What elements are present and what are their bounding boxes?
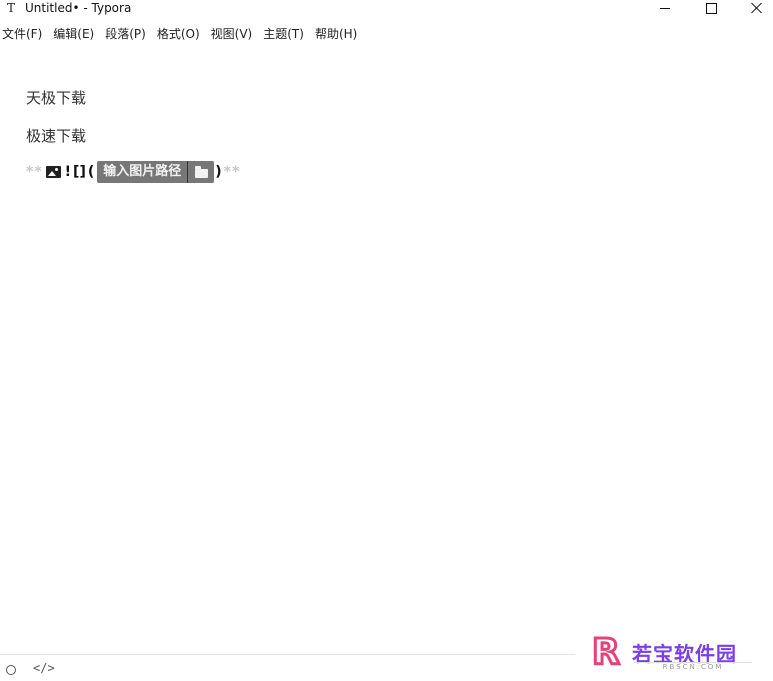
maximize-button[interactable]: [688, 0, 734, 16]
bold-marker-close: **: [223, 164, 241, 180]
alt-text-brackets[interactable]: []: [73, 164, 86, 180]
source-code-mode-toggle[interactable]: </>: [33, 661, 55, 675]
watermark-letter: R: [591, 632, 622, 673]
minimize-button[interactable]: [642, 0, 688, 16]
paragraph[interactable]: 极速下载: [26, 122, 746, 150]
image-bang: !: [64, 164, 72, 180]
menu-paragraph[interactable]: 段落(P): [103, 24, 148, 44]
bold-marker-open: **: [26, 164, 43, 180]
browse-folder-button[interactable]: [188, 161, 214, 183]
menu-view[interactable]: 视图(V): [209, 24, 255, 44]
open-paren: (: [87, 164, 95, 180]
image-icon: [45, 166, 61, 178]
menu-bar: 文件(F) 编辑(E) 段落(P) 格式(O) 视图(V) 主题(T) 帮助(H…: [0, 24, 366, 44]
window-title: Untitled• - Typora: [25, 1, 132, 15]
maximize-icon: [705, 2, 717, 14]
title-bar: T Untitled• - Typora: [0, 0, 773, 18]
menu-theme[interactable]: 主题(T): [261, 24, 306, 44]
watermark-subtext: RBSCN.COM: [634, 662, 752, 672]
image-path-input[interactable]: 输入图片路径: [97, 161, 187, 183]
menu-format[interactable]: 格式(O): [155, 24, 202, 44]
minimize-icon: [660, 7, 670, 9]
status-bar: </>: [0, 654, 575, 681]
image-path-box: 输入图片路径: [97, 161, 215, 183]
watermark-logo: R 若宝软件园 RBSCN.COM: [591, 632, 760, 676]
typora-app-icon: T: [6, 1, 15, 15]
editor-area[interactable]: 天极下载 极速下载: [26, 84, 746, 160]
close-button[interactable]: [734, 0, 773, 16]
paragraph[interactable]: 天极下载: [26, 84, 746, 112]
outline-toggle-icon[interactable]: [6, 665, 16, 675]
menu-edit[interactable]: 编辑(E): [51, 24, 96, 44]
image-markdown-line[interactable]: ** ! [] ( 输入图片路径 ) **: [26, 161, 240, 183]
folder-icon: [194, 165, 208, 178]
close-paren: ): [215, 164, 222, 180]
menu-help[interactable]: 帮助(H): [313, 24, 359, 44]
close-icon: [751, 2, 763, 14]
menu-file[interactable]: 文件(F): [0, 24, 44, 44]
